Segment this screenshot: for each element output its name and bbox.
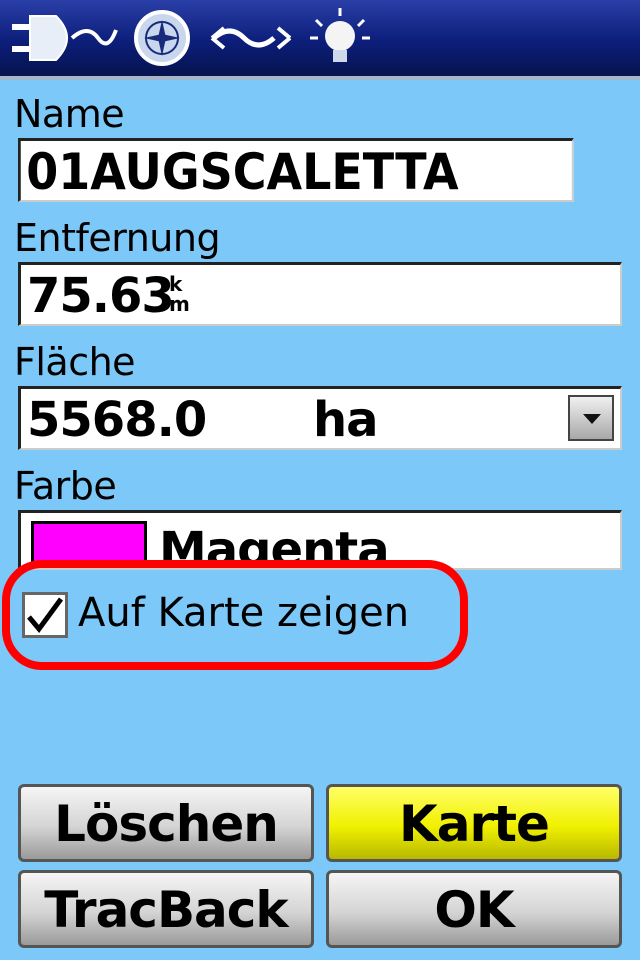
area-unit-select[interactable]: ha xyxy=(313,389,379,451)
ok-button[interactable]: OK xyxy=(326,870,622,948)
distance-unit-bottom: m xyxy=(169,292,190,316)
area-field[interactable]: 5568.0 ha xyxy=(18,386,622,450)
delete-button[interactable]: Löschen xyxy=(18,784,314,862)
top-toolbar xyxy=(0,0,640,80)
distance-unit-top: k xyxy=(169,272,183,296)
color-label: Farbe xyxy=(14,464,117,508)
area-label: Fläche xyxy=(14,340,136,384)
name-field[interactable]: 01AUGSCALETTA xyxy=(18,138,574,202)
red-highlight-annotation xyxy=(2,560,468,670)
map-button[interactable]: Karte xyxy=(326,784,622,862)
distance-field[interactable]: 75.63 k m xyxy=(18,262,622,326)
track-icon[interactable] xyxy=(204,6,300,70)
tracback-button[interactable]: TracBack xyxy=(18,870,314,948)
distance-value: 75.63 xyxy=(27,268,175,324)
distance-label: Entfernung xyxy=(14,216,221,260)
area-value: 5568.0 xyxy=(27,392,207,448)
area-unit-dropdown-button[interactable] xyxy=(568,395,614,441)
light-bulb-icon[interactable] xyxy=(308,6,372,70)
compass-icon[interactable] xyxy=(130,6,194,70)
power-plug-icon[interactable] xyxy=(8,6,118,70)
name-label: Name xyxy=(14,92,125,136)
